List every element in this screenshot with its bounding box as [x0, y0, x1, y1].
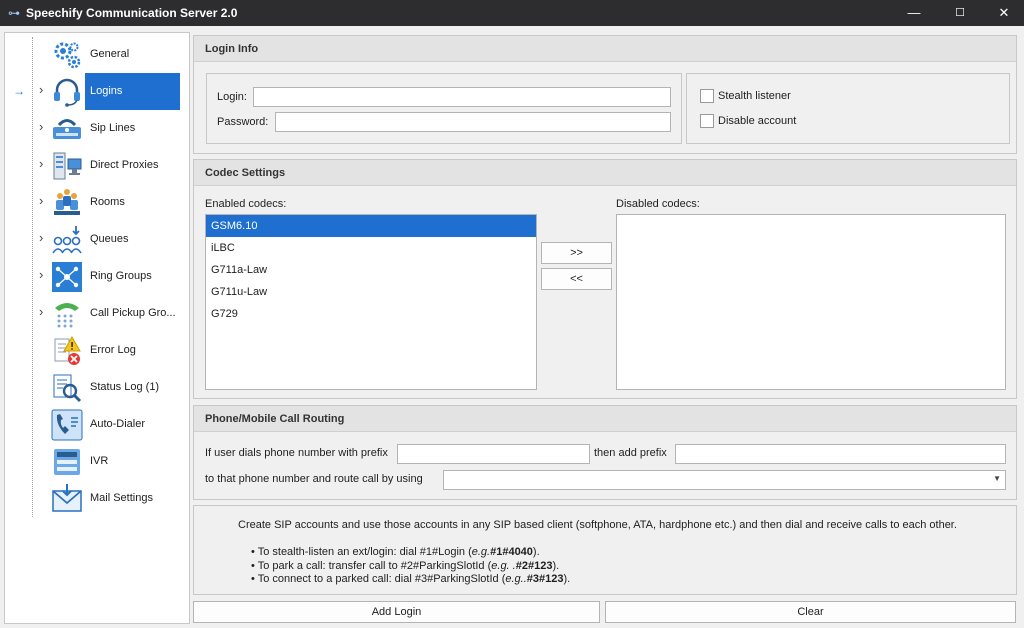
- prefix-label: If user dials phone number with prefix: [205, 447, 388, 459]
- disabled-codecs-label: Disabled codecs:: [616, 198, 700, 210]
- nav-item-label: Call Pickup Gro...: [90, 307, 176, 319]
- nav-item-error-log[interactable]: Error Log: [5, 332, 189, 369]
- nav-item-general[interactable]: General: [5, 36, 189, 73]
- codec-list-item[interactable]: G729: [206, 303, 536, 325]
- nav-item-label: Rooms: [90, 196, 125, 208]
- auto-dialer-icon: [51, 409, 83, 441]
- title-bar: ⊶ Speechify Communication Server 2.0 — ☐…: [0, 0, 1024, 26]
- expand-chevron-icon[interactable]: ›: [39, 304, 43, 319]
- move-to-enabled-button[interactable]: <<: [541, 268, 612, 290]
- codec-settings-header: Codec Settings: [194, 160, 1016, 186]
- codec-list-item[interactable]: G711a-Law: [206, 259, 536, 281]
- call-routing-header: Phone/Mobile Call Routing: [194, 406, 1016, 432]
- ring-groups-icon: [51, 261, 83, 293]
- window-title: Speechify Communication Server 2.0: [26, 6, 238, 20]
- ivr-icon: [51, 446, 83, 478]
- add-prefix-label: then add prefix: [594, 447, 667, 459]
- nav-item-label: IVR: [90, 455, 109, 467]
- maximize-button[interactable]: ☐: [938, 0, 982, 26]
- expand-chevron-icon[interactable]: ›: [39, 230, 43, 245]
- app-icon: ⊶: [8, 6, 20, 20]
- move-to-disabled-button[interactable]: >>: [541, 242, 612, 264]
- info-bullet-park: • To park a call: transfer call to #2#Pa…: [251, 560, 560, 572]
- chevron-down-icon: ▼: [993, 474, 1001, 483]
- codec-list-item[interactable]: iLBC: [206, 237, 536, 259]
- stealth-listener-checkbox[interactable]: [700, 89, 714, 103]
- call-pickup-icon: [51, 298, 83, 330]
- codec-list-item[interactable]: G711u-Law: [206, 281, 536, 303]
- error-log-icon: [51, 335, 83, 367]
- enabled-codecs-label: Enabled codecs:: [205, 198, 287, 210]
- account-options-box: Stealth listener Disable account: [686, 73, 1010, 144]
- info-bullet-stealth: • To stealth-listen an ext/login: dial #…: [251, 546, 540, 558]
- nav-item-label: Status Log (1): [90, 381, 160, 393]
- phone-line-icon: [51, 113, 83, 145]
- nav-item-label: Direct Proxies: [90, 159, 159, 171]
- nav-item-ring-groups[interactable]: › Ring Groups: [5, 258, 189, 295]
- nav-item-direct-proxies[interactable]: › Direct Proxies: [5, 147, 189, 184]
- add-login-button[interactable]: Add Login: [193, 601, 600, 623]
- stealth-listener-label: Stealth listener: [718, 90, 791, 102]
- nav-item-label: Sip Lines: [90, 122, 136, 134]
- nav-item-rooms[interactable]: › Rooms: [5, 184, 189, 221]
- disable-account-label: Disable account: [718, 115, 797, 127]
- nav-item-label: Error Log: [90, 344, 136, 356]
- dial-prefix-input[interactable]: [397, 444, 590, 464]
- credentials-box: Login: Password:: [206, 73, 682, 144]
- nav-item-label: Queues: [90, 233, 129, 245]
- nav-item-label: Mail Settings: [90, 492, 153, 504]
- expand-chevron-icon[interactable]: ›: [39, 156, 43, 171]
- nav-item-label: Auto-Dialer: [90, 418, 146, 430]
- nav-item-label: Ring Groups: [90, 270, 152, 282]
- expand-chevron-icon[interactable]: ›: [39, 119, 43, 134]
- nav-item-status-log-1[interactable]: Status Log (1): [5, 369, 189, 406]
- status-log-icon: [51, 372, 83, 404]
- disable-account-checkbox[interactable]: [700, 114, 714, 128]
- codec-settings-group: Codec Settings Enabled codecs: GSM6.10 iL…: [193, 159, 1017, 399]
- expand-chevron-icon[interactable]: ›: [39, 267, 43, 282]
- nav-item-logins[interactable]: → › Logins: [5, 73, 189, 110]
- password-input[interactable]: [275, 112, 671, 132]
- mail-icon: [51, 483, 83, 515]
- rooms-icon: [51, 187, 83, 219]
- login-input[interactable]: [253, 87, 671, 107]
- info-panel: Create SIP accounts and use those accoun…: [193, 505, 1017, 595]
- password-label: Password:: [217, 116, 269, 128]
- add-prefix-input[interactable]: [675, 444, 1006, 464]
- login-label: Login:: [217, 91, 247, 103]
- call-routing-group: Phone/Mobile Call Routing If user dials …: [193, 405, 1017, 500]
- nav-item-queues[interactable]: › Queues: [5, 221, 189, 258]
- nav-item-call-pickup-gro[interactable]: › Call Pickup Gro...: [5, 295, 189, 332]
- proxy-servers-icon: [51, 150, 83, 182]
- minimize-button[interactable]: —: [892, 0, 936, 26]
- route-label: to that phone number and route call by u…: [205, 473, 423, 485]
- disabled-codecs-list[interactable]: [616, 214, 1006, 390]
- gears-icon: [51, 39, 83, 71]
- enabled-codecs-list[interactable]: GSM6.10 iLBC G711a-Law G711u-Law G729: [205, 214, 537, 390]
- info-intro: Create SIP accounts and use those accoun…: [238, 519, 957, 531]
- queues-icon: [51, 224, 83, 256]
- current-row-arrow-icon: →: [13, 84, 25, 98]
- navigation-tree: General → › Logins › Sip Lines › Direct Proxies…: [4, 32, 190, 624]
- headset-icon: [51, 76, 83, 108]
- nav-item-mail-settings[interactable]: Mail Settings: [5, 480, 189, 517]
- close-button[interactable]: ✕: [982, 0, 1024, 26]
- nav-item-ivr[interactable]: IVR: [5, 443, 189, 480]
- info-bullet-connect: • To connect to a parked call: dial #3#P…: [251, 573, 571, 585]
- route-method-select[interactable]: ▼: [443, 470, 1006, 490]
- login-info-group: Login Info Login: Password: Stealth list…: [193, 35, 1017, 154]
- nav-item-label: General: [90, 48, 130, 60]
- login-info-header: Login Info: [194, 36, 1016, 62]
- nav-item-sip-lines[interactable]: › Sip Lines: [5, 110, 189, 147]
- expand-chevron-icon[interactable]: ›: [39, 82, 43, 97]
- codec-list-item[interactable]: GSM6.10: [206, 215, 536, 237]
- expand-chevron-icon[interactable]: ›: [39, 193, 43, 208]
- nav-item-label: Logins: [85, 73, 180, 110]
- nav-item-auto-dialer[interactable]: Auto-Dialer: [5, 406, 189, 443]
- clear-button[interactable]: Clear: [605, 601, 1016, 623]
